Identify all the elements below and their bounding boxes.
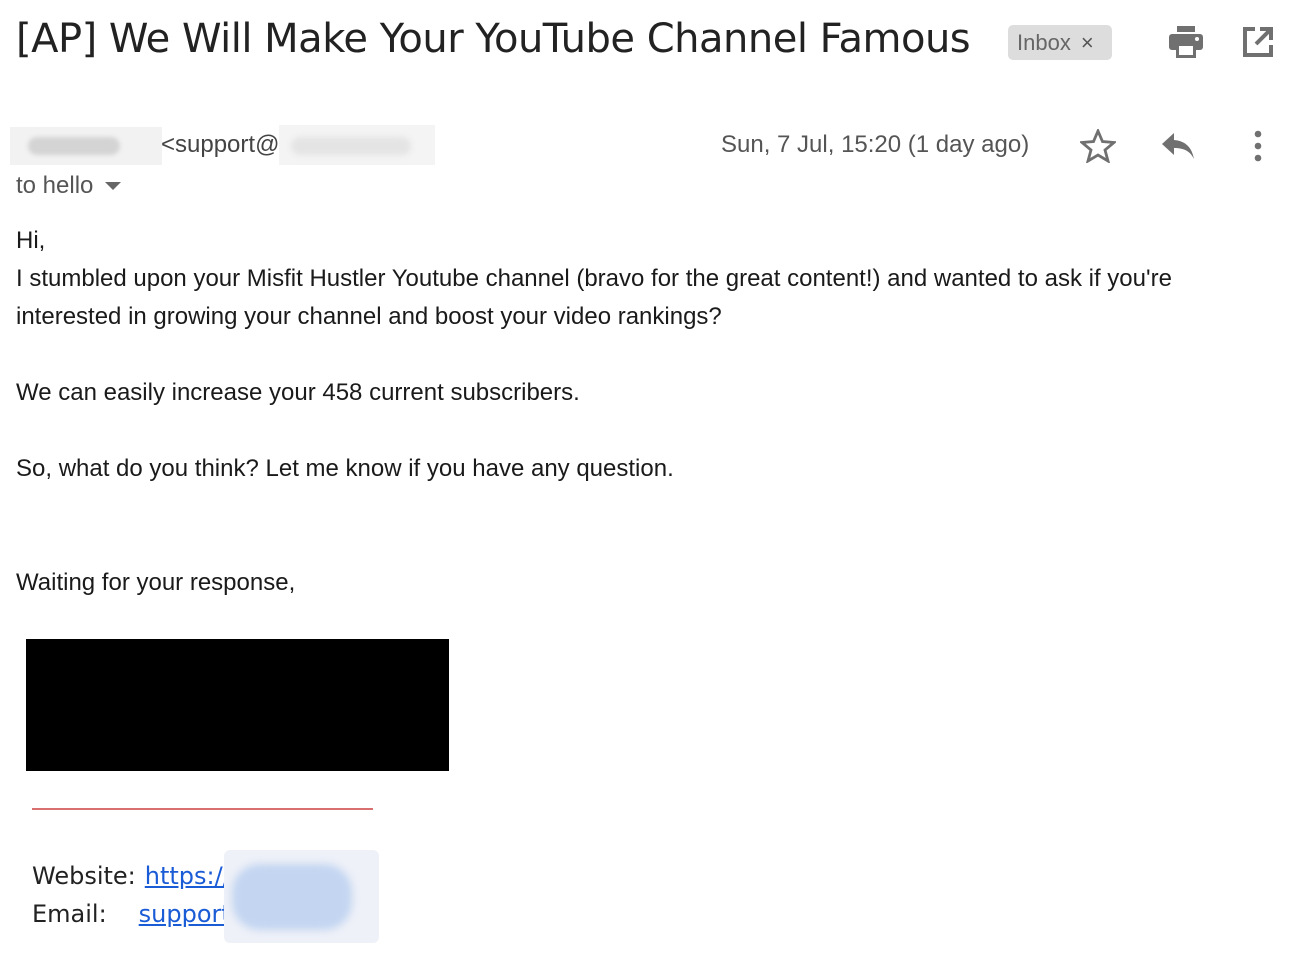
- email-subject: [AP] We Will Make Your YouTube Channel F…: [16, 16, 971, 62]
- chevron-down-icon: [105, 182, 122, 190]
- website-row: Website: https://: [32, 862, 231, 890]
- email-label: Email:: [32, 900, 107, 928]
- greeting: Hi,: [16, 227, 46, 254]
- print-icon: [1169, 26, 1203, 58]
- sender-email: <support@: [161, 131, 280, 158]
- recipient-details-toggle[interactable]: to hello: [16, 172, 122, 200]
- more-options-icon: [1254, 130, 1262, 162]
- body-paragraph-1-line-2: interested in growing your channel and b…: [16, 303, 722, 330]
- sender-domain-redacted: [279, 125, 435, 165]
- sender-name-redacted: [10, 127, 162, 165]
- star-icon: [1080, 129, 1116, 163]
- reply-button[interactable]: [1158, 126, 1198, 166]
- label-text: Inbox: [1017, 29, 1071, 55]
- email-link[interactable]: support: [139, 900, 231, 928]
- star-button[interactable]: [1078, 126, 1118, 166]
- recipient-text: to hello: [16, 172, 94, 199]
- email-row: Email: support: [32, 900, 231, 928]
- more-options-button[interactable]: [1238, 126, 1278, 166]
- body-paragraph-2: We can easily increase your 458 current …: [16, 379, 580, 406]
- open-in-new-window-icon: [1243, 27, 1273, 57]
- print-button[interactable]: [1168, 24, 1204, 60]
- reply-icon: [1162, 133, 1194, 159]
- signature-redacted-block: [26, 639, 449, 771]
- link-redacted: [224, 850, 379, 943]
- message-date: Sun, 7 Jul, 15:20 (1 day ago): [721, 131, 1030, 158]
- open-in-new-window-button[interactable]: [1240, 24, 1276, 60]
- body-paragraph-1-line-1: I stumbled upon your Misfit Hustler Yout…: [16, 265, 1172, 292]
- inbox-label-chip[interactable]: Inbox ×: [1008, 25, 1112, 60]
- closing-line: Waiting for your response,: [16, 569, 296, 596]
- body-paragraph-3: So, what do you think? Let me know if yo…: [16, 455, 674, 482]
- signature-divider: [32, 808, 373, 810]
- website-label: Website:: [32, 862, 136, 890]
- remove-label-icon[interactable]: ×: [1081, 30, 1094, 56]
- website-link[interactable]: https://: [145, 862, 231, 890]
